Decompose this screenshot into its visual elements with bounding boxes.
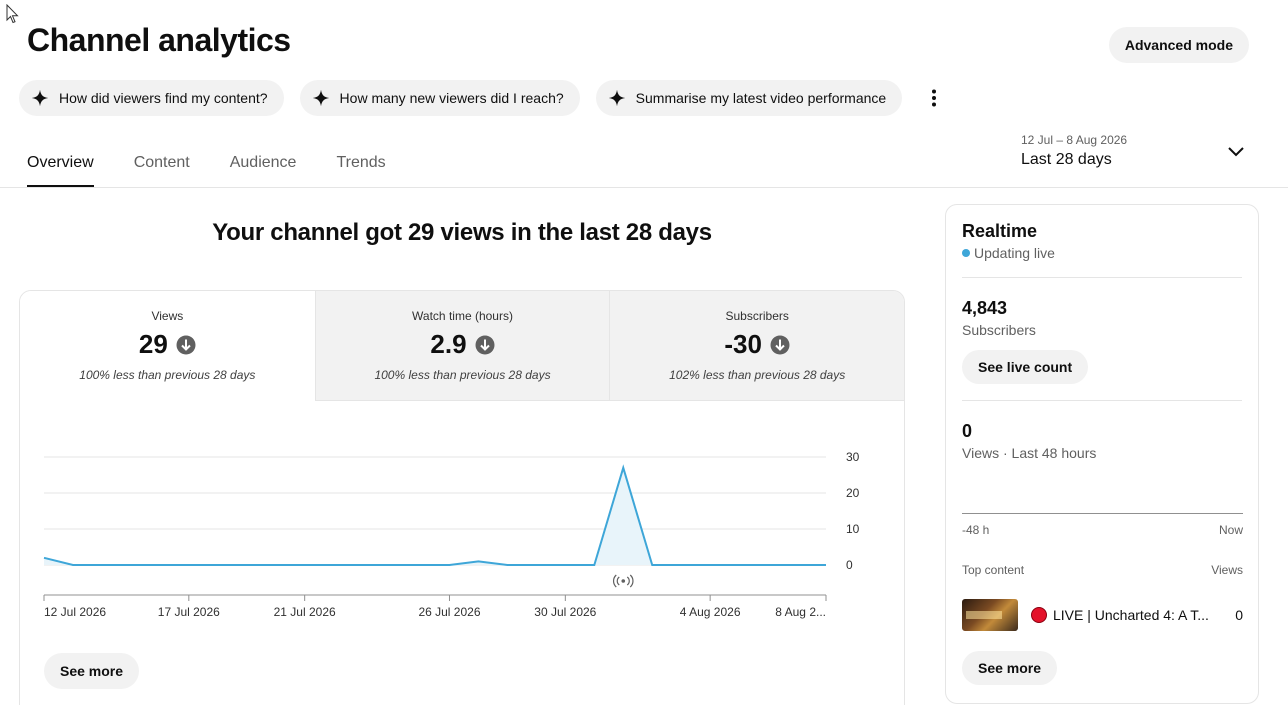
realtime-views-label: Views · Last 48 hours bbox=[962, 445, 1097, 461]
chart-y-tick-label: 20 bbox=[846, 486, 860, 500]
tabs-divider bbox=[0, 187, 1288, 188]
more-options-button[interactable] bbox=[922, 84, 946, 112]
realtime-axis-start: -48 h bbox=[962, 523, 990, 537]
realtime-axis-end: Now bbox=[1218, 523, 1243, 537]
date-range-selector[interactable]: 12 Jul – 8 Aug 2026 Last 28 days bbox=[1021, 133, 1251, 175]
suggestion-chip[interactable]: How many new viewers did I reach? bbox=[299, 80, 580, 116]
mouse-cursor-icon bbox=[6, 4, 19, 24]
arrow-down-icon bbox=[176, 335, 196, 354]
views-chart: 30 20 10 0 12 Jul 2026 17 Jul 2026 21 Jul 2026… bbox=[43, 450, 860, 619]
top-content-label: Top content bbox=[962, 563, 1025, 577]
more-vert-icon bbox=[932, 89, 936, 107]
metric-value: 2.9 bbox=[430, 329, 467, 359]
divider bbox=[962, 277, 1242, 278]
realtime-title: Realtime bbox=[962, 221, 1038, 241]
sparkle-icon bbox=[312, 89, 329, 107]
chart-series-line bbox=[43, 464, 826, 566]
live-broadcast-icon bbox=[612, 574, 634, 588]
suggestion-chip[interactable]: Summarise my latest video performance bbox=[595, 80, 903, 116]
subscribers-label: Subscribers bbox=[962, 322, 1036, 338]
overview-headline: Your channel got 29 views in the last 28… bbox=[212, 219, 712, 246]
metric-comparison: 100% less than previous 28 days bbox=[79, 368, 256, 382]
video-title: LIVE | Uncharted 4: A T... bbox=[1053, 607, 1209, 623]
chart-x-tick-label: 30 Jul 2026 bbox=[534, 605, 596, 619]
metric-label: Watch time (hours) bbox=[412, 309, 513, 323]
tab-overview[interactable]: Overview bbox=[27, 143, 94, 187]
metric-tab-views[interactable]: Views 29 100% less than previous 28 days bbox=[20, 291, 315, 401]
metric-tab-watch-time[interactable]: Watch time (hours) 2.9 100% less than pr… bbox=[314, 291, 610, 401]
chart-x-tick-label: 8 Aug 2... bbox=[775, 605, 826, 619]
advanced-mode-button[interactable]: Advanced mode bbox=[1108, 27, 1249, 63]
chart-x-tick-label: 4 Aug 2026 bbox=[680, 605, 741, 619]
suggestion-chip-label: How many new viewers did I reach? bbox=[339, 90, 564, 106]
video-thumbnail bbox=[962, 599, 1018, 631]
date-range-label: Last 28 days bbox=[1021, 151, 1112, 168]
chart-y-tick-label: 10 bbox=[846, 522, 860, 536]
chart-area bbox=[44, 467, 826, 565]
realtime-views-count: 0 bbox=[962, 421, 973, 441]
tab-trends[interactable]: Trends bbox=[336, 143, 385, 187]
chart-x-tick-label: 12 Jul 2026 bbox=[44, 605, 106, 619]
metric-value: -30 bbox=[724, 329, 762, 359]
arrow-down-icon bbox=[770, 335, 790, 354]
realtime-card: Realtime Updating live 4,843 Subscribers… bbox=[945, 204, 1259, 704]
chart-x-tick-label: 21 Jul 2026 bbox=[274, 605, 336, 619]
realtime-see-more-button[interactable]: See more bbox=[962, 651, 1058, 685]
live-status-dot-icon bbox=[962, 249, 970, 257]
sparkle-icon bbox=[31, 89, 49, 107]
suggestion-chip-label: Summarise my latest video performance bbox=[635, 90, 887, 106]
suggestion-chips: How did viewers find my content? How man… bbox=[19, 80, 903, 116]
live-badge-icon bbox=[1031, 607, 1047, 623]
suggestion-chip[interactable]: How did viewers find my content? bbox=[19, 80, 284, 116]
realtime-status: Updating live bbox=[974, 245, 1055, 261]
page-title: Channel analytics bbox=[27, 22, 291, 58]
chart-y-tick-label: 0 bbox=[846, 558, 853, 572]
video-views: 0 bbox=[1235, 607, 1243, 623]
overview-card: Views 29 100% less than previous 28 days… bbox=[19, 290, 905, 705]
arrow-down-icon bbox=[475, 335, 495, 354]
metric-label: Subscribers bbox=[725, 309, 789, 323]
chart-y-tick-label: 30 bbox=[846, 450, 860, 464]
tab-content[interactable]: Content bbox=[134, 143, 190, 187]
metric-comparison: 102% less than previous 28 days bbox=[669, 368, 846, 382]
see-live-count-button[interactable]: See live count bbox=[962, 350, 1089, 384]
sparkle-icon bbox=[608, 89, 625, 107]
metric-comparison: 100% less than previous 28 days bbox=[374, 368, 551, 382]
top-content-row[interactable]: LIVE | Uncharted 4: A T... 0 bbox=[962, 599, 1243, 631]
metric-tab-subscribers[interactable]: Subscribers -30 102% less than previous … bbox=[609, 291, 904, 401]
date-range-dates: 12 Jul – 8 Aug 2026 bbox=[1021, 133, 1128, 147]
suggestion-chip-label: How did viewers find my content? bbox=[59, 90, 268, 106]
analytics-tabs: Overview Content Audience Trends bbox=[27, 143, 386, 187]
see-more-button[interactable]: See more bbox=[44, 653, 140, 689]
divider bbox=[962, 400, 1242, 401]
metric-value: 29 bbox=[138, 329, 168, 359]
chart-x-tick-label: 26 Jul 2026 bbox=[418, 605, 480, 619]
subscribers-count: 4,843 bbox=[962, 298, 1008, 318]
views-column-label: Views bbox=[1211, 563, 1243, 577]
chart-x-tick-label: 17 Jul 2026 bbox=[158, 605, 220, 619]
realtime-mini-chart bbox=[962, 513, 1243, 514]
metric-label: Views bbox=[151, 309, 184, 323]
chevron-down-icon bbox=[1228, 147, 1244, 157]
tab-audience[interactable]: Audience bbox=[230, 143, 297, 187]
